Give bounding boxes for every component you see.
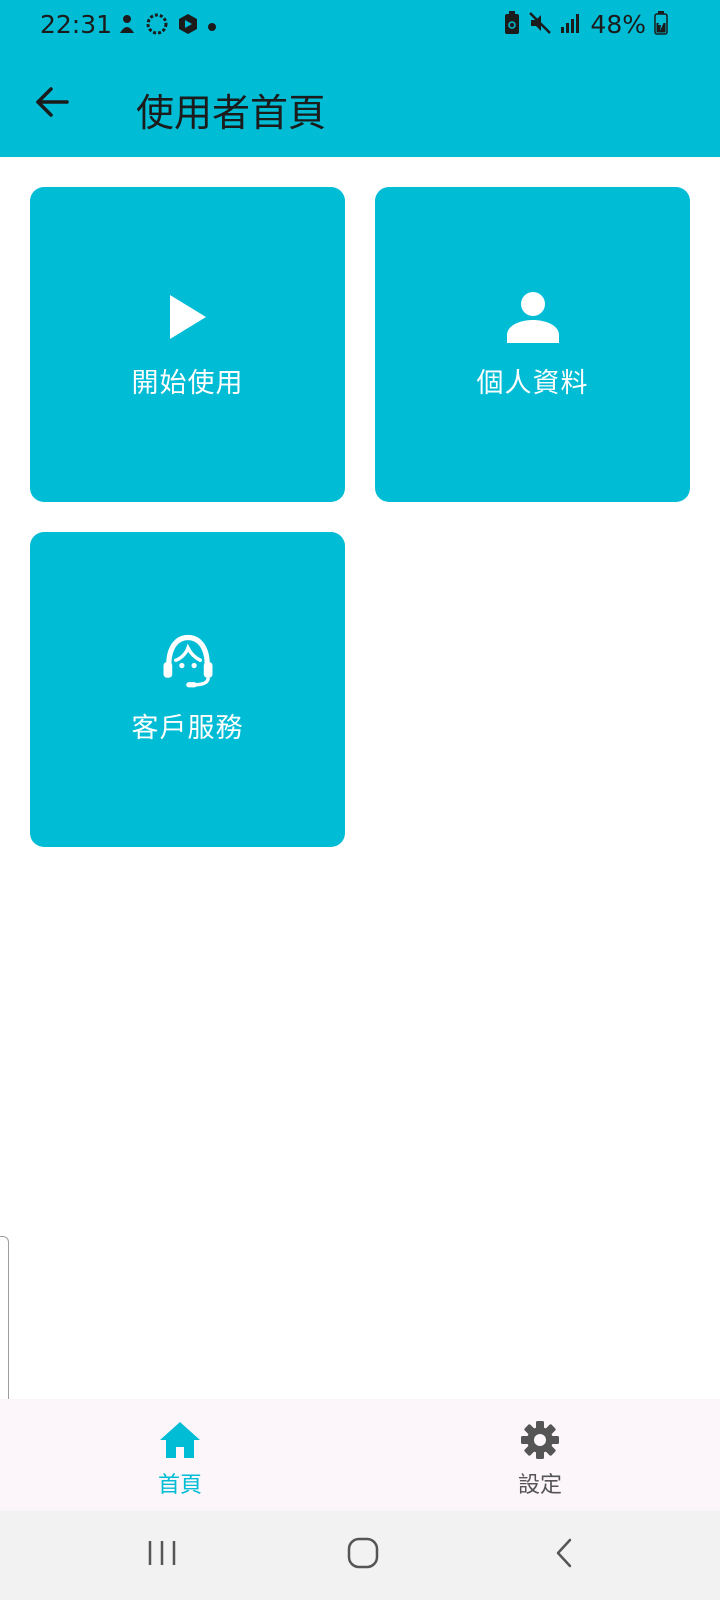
customer-service-button[interactable]: 客戶服務 xyxy=(30,532,345,847)
gear-icon xyxy=(517,1417,563,1463)
bottom-navigation: 首頁 設定 xyxy=(0,1399,720,1511)
app-bar: 使用者首頁 xyxy=(0,52,720,157)
signal-icon xyxy=(560,12,582,38)
nav-item-home[interactable]: 首頁 xyxy=(90,1399,270,1511)
customer-service-label: 客戶服務 xyxy=(131,713,244,744)
page-title: 使用者首頁 xyxy=(136,91,327,135)
app-icon xyxy=(177,13,199,39)
back-system-button[interactable] xyxy=(535,1533,595,1577)
start-button[interactable]: 開始使用 xyxy=(30,187,345,502)
nav-item-settings[interactable]: 設定 xyxy=(450,1399,630,1511)
mute-icon xyxy=(528,11,552,39)
profile-button[interactable]: 個人資料 xyxy=(375,187,690,502)
home-circle-icon xyxy=(346,1536,380,1574)
system-navigation-bar xyxy=(0,1511,720,1600)
status-bar: 22:31 48% xyxy=(0,0,720,52)
dot-icon xyxy=(207,17,217,36)
notification-icon xyxy=(117,13,137,39)
status-time: 22:31 xyxy=(40,10,113,39)
battery-percent: 48% xyxy=(590,10,646,39)
back-button[interactable] xyxy=(30,82,74,126)
profile-label: 個人資料 xyxy=(476,368,589,399)
status-icons-left xyxy=(117,12,217,40)
sync-icon xyxy=(145,12,169,40)
battery-icon xyxy=(654,10,668,39)
recent-apps-icon xyxy=(147,1538,177,1572)
status-icons-right: 48% xyxy=(504,10,668,39)
headset-icon xyxy=(160,634,216,690)
person-icon xyxy=(505,289,561,345)
start-label: 開始使用 xyxy=(131,368,244,399)
play-icon xyxy=(160,289,216,345)
nav-label-home: 首頁 xyxy=(157,1473,202,1498)
home-system-button[interactable] xyxy=(333,1533,393,1577)
back-chevron-icon xyxy=(552,1536,578,1574)
recent-apps-button[interactable] xyxy=(132,1533,192,1577)
battery-saver-icon xyxy=(504,10,520,39)
home-icon xyxy=(157,1417,203,1463)
nav-label-settings: 設定 xyxy=(517,1473,562,1498)
arrow-back-icon xyxy=(35,85,69,123)
